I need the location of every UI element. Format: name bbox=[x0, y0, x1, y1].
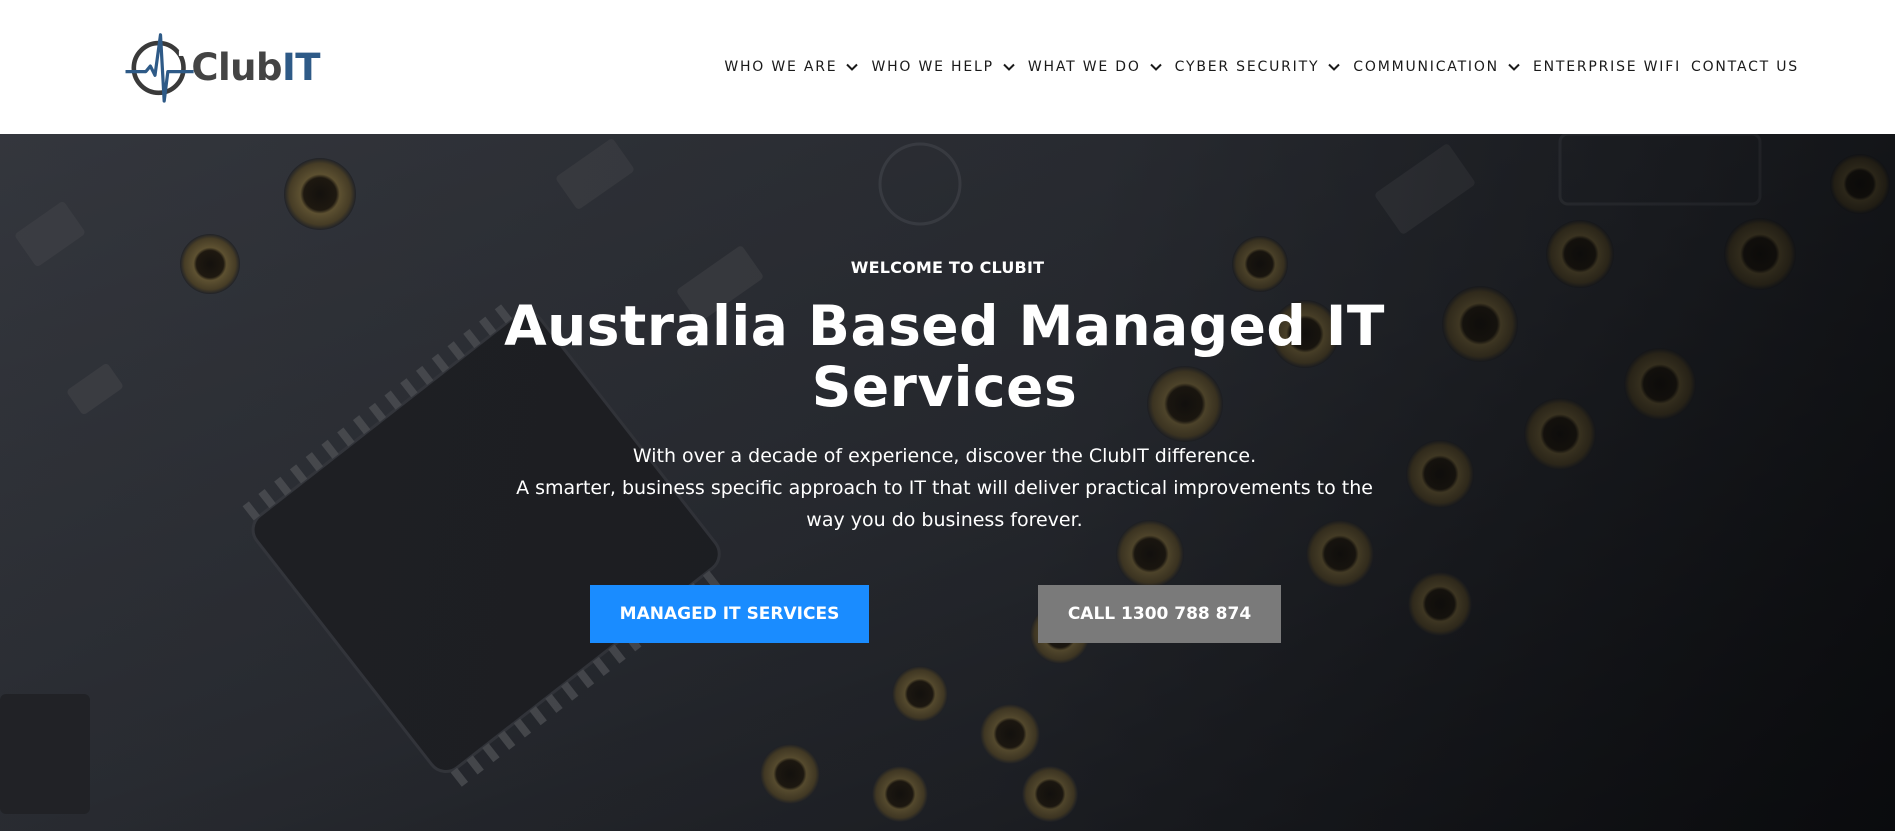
main-navigation: WHO WE ARE WHO WE HELP WHAT WE DO CYBER … bbox=[724, 0, 1799, 134]
chevron-down-icon bbox=[1508, 63, 1520, 71]
hero-eyebrow: WELCOME TO CLUBIT bbox=[850, 258, 1045, 277]
nav-what-we-do[interactable]: WHAT WE DO bbox=[1028, 47, 1175, 87]
logo-text-club: Club bbox=[191, 45, 282, 89]
nav-label: WHO WE ARE bbox=[724, 59, 838, 75]
hero-headline: Australia Based Managed IT Services bbox=[497, 296, 1392, 418]
hero-description-line1: With over a decade of experience, discov… bbox=[632, 445, 1257, 467]
nav-label: COMMUNICATION bbox=[1353, 59, 1499, 75]
logo-text-it: IT bbox=[281, 45, 321, 89]
nav-who-we-help[interactable]: WHO WE HELP bbox=[871, 47, 1027, 87]
chevron-down-icon bbox=[1149, 63, 1162, 71]
call-phone-button[interactable]: CALL 1300 788 874 bbox=[1038, 585, 1281, 643]
nav-contact-us[interactable]: CONTACT US bbox=[1691, 47, 1799, 87]
nav-communication[interactable]: COMMUNICATION bbox=[1353, 47, 1533, 87]
nav-label: CONTACT US bbox=[1691, 59, 1799, 75]
hero-description: With over a decade of experience, discov… bbox=[497, 440, 1392, 536]
nav-label: CYBER SECURITY bbox=[1174, 59, 1320, 75]
nav-label: ENTERPRISE WIFI bbox=[1532, 59, 1682, 75]
hero-description-line2: A smarter, business specific approach to… bbox=[516, 477, 1373, 499]
nav-enterprise-wifi[interactable]: ENTERPRISE WIFI bbox=[1533, 47, 1681, 87]
nav-label: WHO WE HELP bbox=[871, 59, 994, 75]
nav-who-we-are[interactable]: WHO WE ARE bbox=[724, 47, 871, 87]
hero-section: WELCOME TO CLUBIT Australia Based Manage… bbox=[0, 134, 1895, 831]
hero-headline-line1: Australia Based Managed IT bbox=[504, 294, 1385, 358]
managed-it-services-button[interactable]: MANAGED IT SERVICES bbox=[590, 585, 869, 643]
chevron-down-icon bbox=[1328, 63, 1341, 71]
hero-content: WELCOME TO CLUBIT Australia Based Manage… bbox=[0, 134, 1895, 831]
clubit-logo[interactable]: ClubIT bbox=[120, 22, 321, 112]
chevron-down-icon bbox=[846, 63, 859, 71]
logo-mark-icon bbox=[125, 33, 194, 103]
chevron-down-icon bbox=[1003, 63, 1015, 71]
nav-cyber-security[interactable]: CYBER SECURITY bbox=[1175, 47, 1354, 87]
site-header: ClubIT WHO WE ARE WHO WE HELP WHAT WE DO… bbox=[0, 0, 1895, 134]
logo-text: ClubIT bbox=[191, 46, 320, 89]
hero-headline-line2: Services bbox=[811, 355, 1078, 419]
hero-description-line3: way you do business forever. bbox=[806, 509, 1083, 531]
nav-label: WHAT WE DO bbox=[1027, 59, 1141, 75]
